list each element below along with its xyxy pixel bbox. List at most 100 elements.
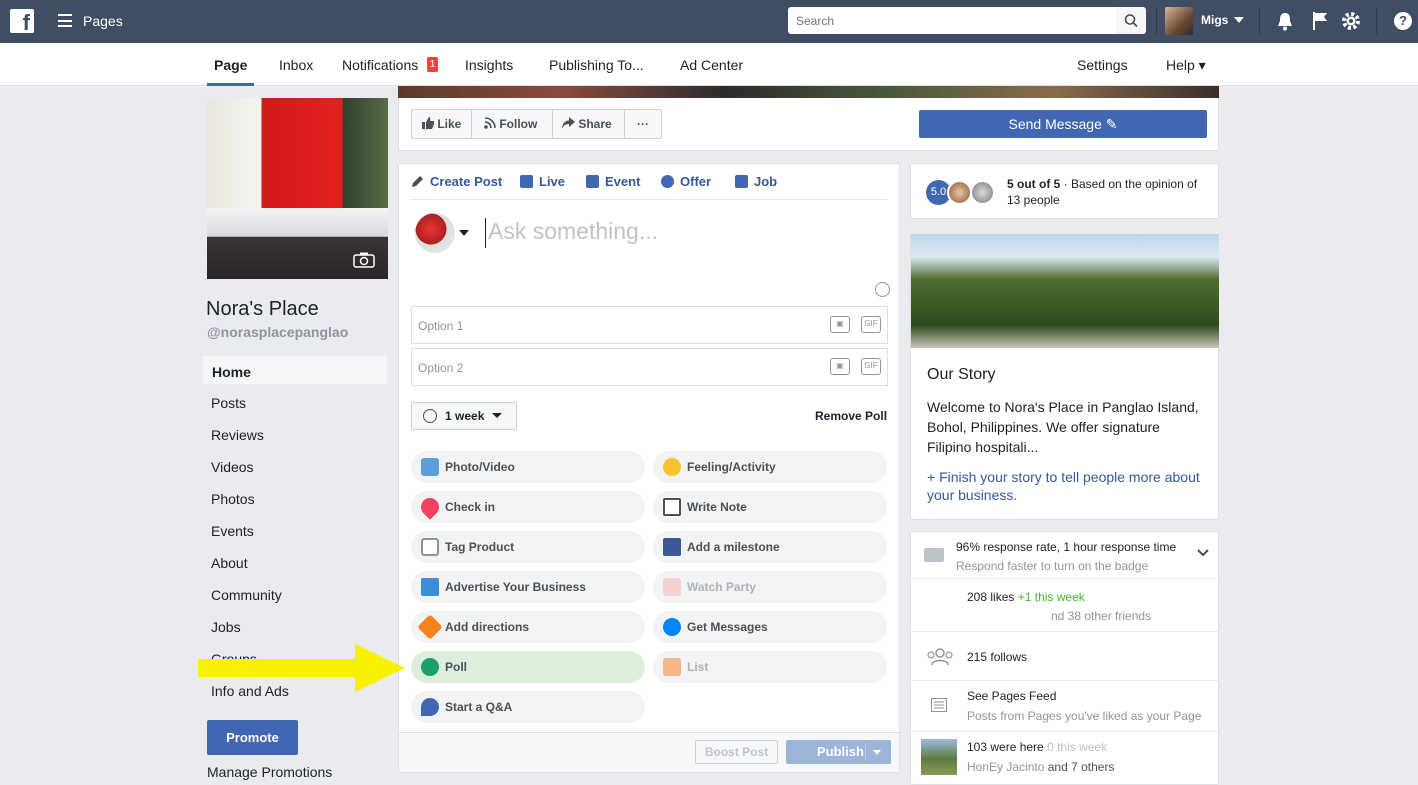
active-tab-underline <box>207 83 254 86</box>
sidebar-item-videos[interactable]: Videos <box>202 451 388 481</box>
profile-picture[interactable] <box>207 98 388 279</box>
send-message-label: Send Message <box>1008 116 1102 132</box>
tab-publishing-tools[interactable]: Publishing To... <box>549 57 644 73</box>
checkins-row[interactable]: 103 were here 0 this week HonEy Jacinto … <box>911 733 1219 785</box>
likes-row[interactable]: 208 likes +1 this week nd 38 other frien… <box>911 580 1219 632</box>
photo-icon[interactable]: ▣ <box>830 316 850 333</box>
tab-help[interactable]: Help ▾ <box>1166 57 1206 74</box>
sidebar-item-jobs[interactable]: Jobs <box>202 611 388 641</box>
tag-product-button[interactable]: Tag Product <box>411 531 645 563</box>
rating-summary[interactable]: 5 out of 5 · Based on the opinion of 13 … <box>1007 176 1207 208</box>
feeling-activity-button[interactable]: Feeling/Activity <box>653 451 887 483</box>
follow-label: Follow <box>499 117 538 131</box>
manage-promotions-link[interactable]: Manage Promotions <box>207 764 332 780</box>
gif-icon[interactable]: GIF <box>861 316 881 333</box>
offer-tag-icon <box>661 175 674 188</box>
page-name[interactable]: Nora's Place <box>206 298 319 321</box>
topbar-divider <box>1376 8 1377 34</box>
like-button[interactable]: Like <box>411 109 472 139</box>
page-avatar[interactable] <box>415 213 455 253</box>
pages-feed-row[interactable]: See Pages Feed Posts from Pages you've l… <box>911 682 1219 732</box>
tab-inbox[interactable]: Inbox <box>279 57 313 73</box>
pill-label: Add directions <box>445 620 530 634</box>
tab-event[interactable]: Event <box>586 174 640 189</box>
promote-button[interactable]: Promote <box>207 720 298 755</box>
option-2-placeholder: Option 2 <box>418 361 464 375</box>
tab-live[interactable]: Live <box>520 174 565 189</box>
more-options-button[interactable]: ··· <box>625 109 662 139</box>
pill-label: Advertise Your Business <box>445 580 586 594</box>
sidebar-item-posts[interactable]: Posts <box>202 387 388 417</box>
tab-ad-center[interactable]: Ad Center <box>680 57 743 73</box>
response-rate-text: 96% response rate, 1 hour response time <box>956 540 1177 554</box>
follow-button[interactable]: Follow <box>472 109 553 139</box>
follows-text: 215 follows <box>967 650 1028 664</box>
start-qa-button[interactable]: Start a Q&A <box>411 691 645 723</box>
share-button[interactable]: Share <box>553 109 625 139</box>
tab-page[interactable]: Page <box>214 57 247 73</box>
username[interactable]: Migs <box>1201 13 1228 27</box>
like-label: Like <box>437 117 462 131</box>
tab-notifications[interactable]: Notifications <box>342 57 418 73</box>
account-caret-icon[interactable] <box>1234 17 1244 23</box>
tab-insights[interactable]: Insights <box>465 57 513 73</box>
list-button[interactable]: List <box>653 651 887 683</box>
publish-options-caret-icon[interactable] <box>873 750 881 755</box>
reviewer-avatar[interactable] <box>970 180 995 205</box>
bell-icon[interactable] <box>1276 11 1294 31</box>
emoji-icon[interactable] <box>875 282 890 297</box>
remove-poll-button[interactable]: Remove Poll <box>815 409 887 423</box>
finish-story-link[interactable]: + Finish your story to tell people more … <box>927 468 1207 504</box>
follows-row[interactable]: 215 follows <box>911 633 1219 681</box>
sidebar-item-home[interactable]: Home <box>202 355 388 385</box>
add-directions-button[interactable]: Add directions <box>411 611 645 643</box>
photo-video-button[interactable]: Photo/Video <box>411 451 645 483</box>
gif-icon[interactable]: GIF <box>861 358 881 375</box>
checkin-friend-name[interactable]: HonEy Jacinto <box>967 760 1044 774</box>
sidebar-item-about[interactable]: About <box>202 547 388 577</box>
poll-option-2-input[interactable]: Option 2 <box>411 348 888 386</box>
response-rate-row[interactable]: 96% response rate, 1 hour response time … <box>911 532 1219 579</box>
flag-icon[interactable] <box>1311 11 1329 31</box>
story-cover-image[interactable] <box>911 234 1219 348</box>
chevron-down-icon[interactable] <box>1197 549 1209 558</box>
user-avatar[interactable] <box>1165 7 1193 35</box>
poll-option-1-input[interactable]: Option 1 <box>411 306 888 344</box>
reviewer-avatar[interactable] <box>947 180 972 205</box>
send-message-button[interactable]: Send Message ✎ <box>919 110 1207 138</box>
help-icon[interactable]: ? <box>1394 12 1412 30</box>
poll-button[interactable]: Poll <box>411 651 645 683</box>
tab-job[interactable]: Job <box>735 174 777 189</box>
add-milestone-button[interactable]: Add a milestone <box>653 531 887 563</box>
tab-offer[interactable]: Offer <box>661 174 711 189</box>
page-handle[interactable]: @norasplacepanglao <box>207 324 348 340</box>
search-button[interactable] <box>1116 7 1146 34</box>
photo-icon[interactable]: ▣ <box>830 358 850 375</box>
camera-icon[interactable] <box>353 252 375 268</box>
checkins-delta: 0 this week <box>1047 740 1108 754</box>
hamburger-menu-icon[interactable] <box>58 14 72 27</box>
cover-photo[interactable] <box>398 86 1219 98</box>
rating-strong: 5 out of 5 <box>1007 177 1061 191</box>
post-as-caret-icon[interactable] <box>459 230 469 236</box>
likes-text: 208 likes +1 this week <box>967 590 1085 604</box>
response-rate-sub: Respond faster to turn on the badge <box>956 559 1149 573</box>
sidebar-item-reviews[interactable]: Reviews <box>202 419 388 449</box>
gear-icon[interactable] <box>1341 11 1361 31</box>
advertise-icon <box>421 578 439 596</box>
advertise-business-button[interactable]: Advertise Your Business <box>411 571 645 603</box>
sidebar-item-events[interactable]: Events <box>202 515 388 545</box>
facebook-logo-icon[interactable]: f <box>10 9 34 33</box>
boost-post-button[interactable]: Boost Post <box>695 740 778 764</box>
sidebar-item-community[interactable]: Community <box>202 579 388 609</box>
checkin-photo[interactable] <box>921 739 957 775</box>
watch-party-button[interactable]: Watch Party <box>653 571 887 603</box>
check-in-button[interactable]: Check in <box>411 491 645 523</box>
sidebar-item-photos[interactable]: Photos <box>202 483 388 513</box>
search-input[interactable] <box>788 7 1116 34</box>
poll-question-input[interactable]: Ask something... <box>485 218 658 248</box>
write-note-button[interactable]: Write Note <box>653 491 887 523</box>
get-messages-button[interactable]: Get Messages <box>653 611 887 643</box>
tab-settings[interactable]: Settings <box>1077 57 1128 73</box>
tab-create-post[interactable]: Create Post <box>411 174 502 189</box>
